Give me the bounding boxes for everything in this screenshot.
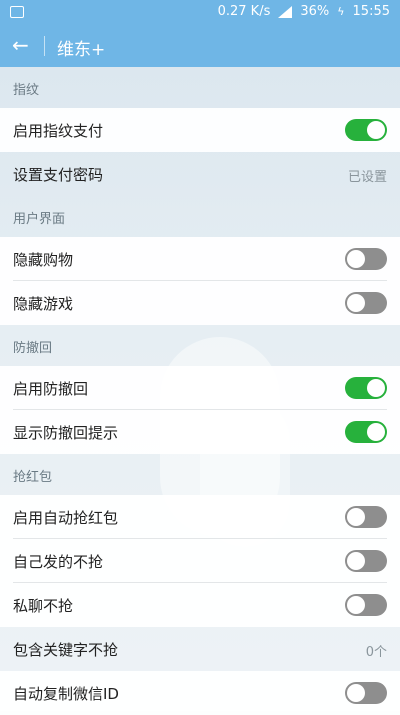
setting-label: 启用防撤回	[13, 380, 89, 398]
clock: 15:55	[352, 4, 390, 19]
setting-copy-wechat-id[interactable]: 自动复制微信ID	[0, 671, 400, 715]
setting-label: 自动复制微信ID	[13, 685, 119, 703]
setting-skip-private[interactable]: 私聊不抢	[0, 583, 400, 627]
auto-grab-toggle[interactable]	[345, 506, 387, 528]
setting-skip-own[interactable]: 自己发的不抢	[0, 539, 400, 583]
setting-enable-anti-recall[interactable]: 启用防撤回	[0, 366, 400, 410]
status-right: 0.27 K/s 36% ϟ 15:55	[218, 4, 390, 19]
section-header-recall: 防撤回	[13, 341, 53, 356]
page-title: 维东+	[57, 40, 106, 60]
fingerprint-pay-toggle[interactable]	[345, 119, 387, 141]
hide-shopping-toggle[interactable]	[345, 248, 387, 270]
recall-hint-toggle[interactable]	[345, 421, 387, 443]
anti-recall-toggle[interactable]	[345, 377, 387, 399]
battery-level: 36%	[300, 4, 330, 19]
setting-label: 隐藏购物	[13, 251, 74, 269]
setting-label: 显示防撤回提示	[13, 424, 119, 442]
arrow-left-icon[interactable]: ←	[12, 34, 29, 56]
toggle-knob	[347, 684, 365, 702]
setting-label: 私聊不抢	[13, 597, 74, 615]
toggle-knob	[347, 250, 365, 268]
toggle-knob	[347, 596, 365, 614]
app-bar: ← 维东+	[0, 24, 400, 67]
signal-icon	[278, 5, 293, 18]
setting-value: 0个	[365, 645, 387, 660]
section-header-ui: 用户界面	[13, 212, 66, 227]
setting-label: 启用自动抢红包	[13, 509, 119, 527]
settings-list: 指纹 启用指纹支付 设置支付密码 已设置 用户界面 隐藏购物 隐藏游戏 防撤回 …	[0, 67, 400, 715]
appbar-divider	[44, 36, 45, 56]
toggle-knob	[367, 423, 385, 441]
copy-wechat-id-toggle[interactable]	[345, 682, 387, 704]
setting-hide-shopping[interactable]: 隐藏购物	[0, 237, 400, 281]
setting-hide-games[interactable]: 隐藏游戏	[0, 281, 400, 325]
setting-label: 设置支付密码	[13, 166, 104, 184]
toggle-knob	[347, 552, 365, 570]
skip-own-toggle[interactable]	[345, 550, 387, 572]
setting-pay-password[interactable]: 设置支付密码 已设置	[0, 152, 400, 196]
toggle-knob	[347, 508, 365, 526]
section-header-fingerprint: 指纹	[13, 83, 40, 98]
setting-show-recall-hint[interactable]: 显示防撤回提示	[0, 410, 400, 454]
setting-keyword-skip[interactable]: 包含关键字不抢 0个	[0, 627, 400, 671]
hide-games-toggle[interactable]	[345, 292, 387, 314]
toggle-knob	[347, 294, 365, 312]
toggle-knob	[367, 379, 385, 397]
network-speed: 0.27 K/s	[217, 4, 271, 19]
setting-label: 启用指纹支付	[13, 122, 104, 140]
setting-label: 自己发的不抢	[13, 553, 104, 571]
image-icon	[10, 6, 24, 18]
status-bar: 0.27 K/s 36% ϟ 15:55	[0, 0, 400, 24]
setting-value: 已设置	[347, 170, 387, 185]
setting-auto-grab[interactable]: 启用自动抢红包	[0, 495, 400, 539]
skip-private-toggle[interactable]	[345, 594, 387, 616]
toggle-knob	[367, 121, 385, 139]
setting-label: 隐藏游戏	[13, 295, 74, 313]
setting-label: 包含关键字不抢	[13, 641, 119, 659]
setting-fingerprint-pay[interactable]: 启用指纹支付	[0, 108, 400, 152]
charging-icon: ϟ	[337, 5, 345, 18]
section-header-redpacket: 抢红包	[13, 470, 53, 485]
